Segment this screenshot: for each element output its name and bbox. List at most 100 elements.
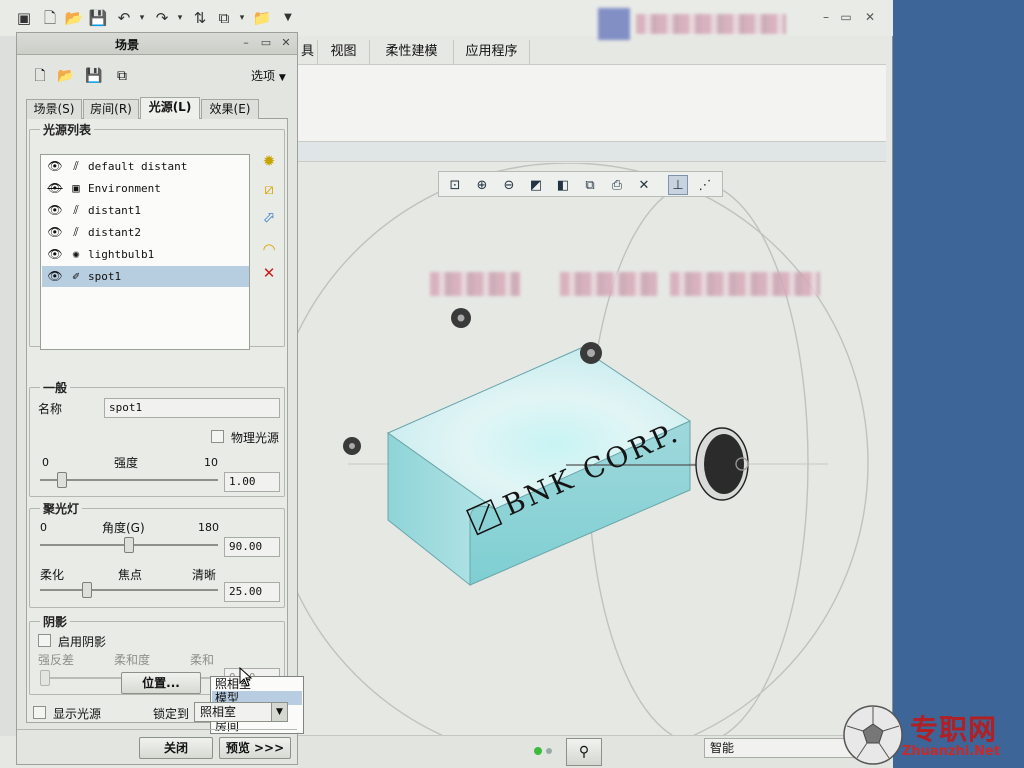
add-spot-light-icon[interactable]: ⬀ [258, 206, 280, 228]
focus-slider-thumb[interactable] [82, 582, 92, 598]
open-folder-icon[interactable]: 📂 [64, 8, 84, 28]
position-button[interactable]: 位置... [121, 672, 201, 694]
enable-shadow-checkbox[interactable] [38, 634, 51, 647]
select-chevron-down-icon[interactable]: ▼ [271, 703, 287, 721]
open-scene-icon[interactable]: 📂 [57, 67, 75, 85]
name-label: 名称 [38, 402, 63, 416]
close-window-folder-icon[interactable]: 📁 [252, 8, 272, 28]
focus-label: 焦点 [118, 568, 143, 582]
add-sky-light-icon[interactable]: ◠ [258, 238, 280, 260]
preview-button[interactable]: 预览 >>> [219, 737, 291, 759]
tab-effects[interactable]: 效果(E) [201, 99, 259, 119]
soft-label: 柔化 [40, 568, 65, 582]
angle-slider-thumb[interactable] [124, 537, 134, 553]
hidden-eye-icon[interactable]: 👁 [46, 182, 64, 194]
view-manager-icon[interactable]: ⎙ [607, 175, 627, 195]
customize-toolbar-chevron-icon[interactable]: ▼ [278, 8, 298, 28]
ribbon-tab-view[interactable]: 视图 [318, 40, 370, 64]
spotlight-label: 聚光灯 [43, 502, 80, 516]
minimize-icon[interactable]: – [818, 10, 834, 24]
maximize-icon[interactable]: ▭ [838, 10, 854, 24]
app-logo-icon[interactable]: ▣ [14, 8, 34, 28]
intensity-slider-thumb[interactable] [57, 472, 67, 488]
light-name: distant2 [88, 226, 141, 239]
scene-tabs: 场景(S) 房间(R) 光源(L) 效果(E) [26, 97, 288, 120]
soccer-ball-logo [843, 705, 903, 765]
save-icon[interactable]: 💾 [88, 8, 108, 28]
light-bulb-glyph-1[interactable] [451, 308, 471, 328]
visible-eye-icon[interactable]: 👁 [46, 160, 64, 172]
lock-to-select[interactable]: 照相室 ▼ [194, 702, 288, 722]
enable-shadow-label: 启用阴影 [58, 635, 107, 649]
section-icon[interactable]: ✕ [634, 175, 654, 195]
angle-slider[interactable] [40, 537, 218, 553]
close-button[interactable]: 关闭 [139, 737, 213, 759]
list-item[interactable]: 👁 ⫽ distant2 [42, 222, 249, 243]
footer-divider [17, 729, 297, 730]
graphics-viewport[interactable]: BNK CORP. [298, 163, 886, 735]
new-scene-icon[interactable]: 🗋 [31, 67, 49, 85]
visible-eye-icon[interactable]: 👁 [46, 248, 64, 260]
list-item[interactable]: 👁 ▣ Environment [42, 178, 249, 199]
intensity-input[interactable]: 1.00 [224, 472, 280, 492]
ribbon-tab-flexible-modeling[interactable]: 柔性建模 [370, 40, 454, 64]
ribbon-tab-tools[interactable]: 具 [298, 40, 318, 64]
visible-eye-icon[interactable]: 👁 [46, 226, 64, 238]
tab-room[interactable]: 房间(R) [83, 99, 139, 119]
light-bulb-glyph-2[interactable] [580, 342, 602, 364]
zoom-in-icon[interactable]: ⊕ [472, 175, 492, 195]
dialog-restore-icon[interactable]: ▭ [259, 36, 273, 50]
list-item[interactable]: 👁 ✺ lightbulb1 [42, 244, 249, 265]
visible-eye-icon[interactable]: 👁 [46, 270, 64, 282]
list-item[interactable]: 👁 ⫽ default distant [42, 156, 249, 177]
options-menu[interactable]: 选项 ▼ [251, 67, 286, 84]
visible-eye-icon[interactable]: 👁 [46, 204, 64, 216]
environment-light-icon: ▣ [72, 181, 80, 195]
focus-slider[interactable] [40, 582, 218, 598]
lock-option-studio[interactable]: 照相室 [212, 677, 302, 691]
zoom-out-icon[interactable]: ⊖ [499, 175, 519, 195]
windows-icon[interactable]: ⧉ [214, 8, 234, 28]
dialog-title-bar[interactable]: 场景 – ▭ ✕ [17, 33, 297, 55]
shadow-slider-thumb [40, 670, 50, 686]
copy-scene-icon[interactable]: ⧉ [113, 67, 131, 85]
saved-views-icon[interactable]: ⧉ [580, 175, 600, 195]
close-icon[interactable]: ✕ [862, 10, 878, 24]
annotation-display-icon[interactable]: ⋰ [695, 175, 715, 195]
ribbon-tab-applications[interactable]: 应用程序 [454, 40, 530, 64]
physical-light-checkbox[interactable] [211, 430, 224, 443]
add-distant-light-icon[interactable]: ⧄ [258, 178, 280, 200]
light-name-input[interactable]: spot1 [104, 398, 280, 418]
undo-icon[interactable]: ↶ [114, 8, 134, 28]
dialog-close-icon[interactable]: ✕ [279, 36, 293, 50]
list-item-selected[interactable]: 👁 ✐ spot1 [42, 266, 249, 287]
distant-light-icon: ⫽ [73, 203, 79, 217]
datum-display-icon[interactable]: ⊥ [668, 175, 688, 195]
windows-menu-chevron-icon[interactable]: ▾ [232, 8, 252, 28]
ribbon-tab-bar: 具 视图 柔性建模 应用程序 ⌃ ⌕ ? [298, 40, 888, 98]
light-bulb-glyph-3[interactable] [343, 437, 361, 455]
repaint-icon[interactable]: ◩ [526, 175, 546, 195]
regenerate-icon[interactable]: ⇅ [190, 8, 210, 28]
physical-light-label: 物理光源 [231, 431, 280, 445]
find-binoculars-icon[interactable]: ⚲ [566, 738, 602, 766]
focus-track [40, 589, 218, 591]
save-scene-icon[interactable]: 💾 [85, 67, 103, 85]
dialog-minimize-icon[interactable]: – [239, 36, 253, 50]
show-lights-checkbox[interactable] [33, 706, 46, 719]
angle-input[interactable]: 90.00 [224, 537, 280, 557]
spotlight-glyph[interactable] [695, 427, 749, 501]
new-file-icon[interactable]: 🗋 [40, 8, 60, 28]
redo-menu-chevron-icon[interactable]: ▾ [170, 8, 190, 28]
refit-icon[interactable]: ⊡ [445, 175, 465, 195]
display-style-icon[interactable]: ◧ [553, 175, 573, 195]
list-item[interactable]: 👁 ⫽ distant1 [42, 200, 249, 221]
delete-light-icon[interactable]: ✕ [258, 262, 280, 284]
add-lightbulb-icon[interactable]: ✹ [258, 150, 280, 172]
tab-lights[interactable]: 光源(L) [140, 97, 200, 120]
undo-menu-chevron-icon[interactable]: ▾ [132, 8, 152, 28]
focus-input[interactable]: 25.00 [224, 582, 280, 602]
tab-scene[interactable]: 场景(S) [26, 99, 82, 119]
intensity-slider[interactable] [40, 472, 218, 488]
redo-icon[interactable]: ↷ [152, 8, 172, 28]
